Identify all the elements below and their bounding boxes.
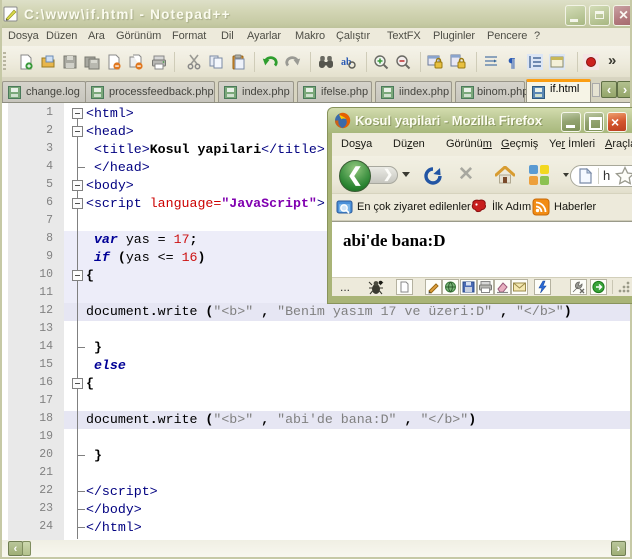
svg-text:¶: ¶ [508, 56, 516, 70]
